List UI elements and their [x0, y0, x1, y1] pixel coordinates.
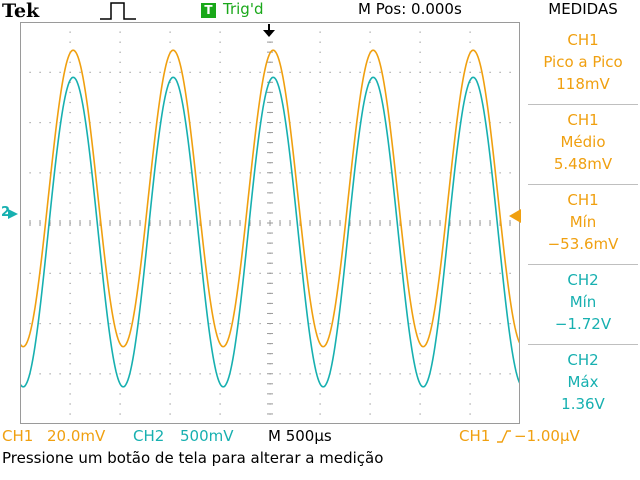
ch2-arrow-icon [8, 209, 18, 219]
measure-value: −53.6mV [547, 235, 619, 253]
measure-label: Mín [569, 293, 597, 311]
measure-value: −1.72V [554, 315, 612, 333]
waveform-display [20, 22, 520, 424]
trigger-level-icon [509, 209, 521, 223]
measure-channel: CH1 [567, 191, 599, 209]
pulse-trigger-icon [100, 2, 136, 20]
measure-label: Pico a Pico [543, 53, 623, 71]
measure-label: Máx [567, 373, 599, 391]
ch1-scale: 20.0mV [47, 427, 106, 445]
channel-status-line: CH1 20.0mV CH2 500mV M 500µs CH1 −1.00µV [0, 424, 640, 446]
rising-edge-icon [497, 430, 511, 443]
measure-channel: CH2 [567, 271, 599, 289]
measure-value: 5.48mV [553, 155, 613, 173]
brand-logo: Tek [2, 0, 40, 22]
measure-value: 1.36V [561, 395, 605, 413]
measure-slot-4[interactable]: CH2 Mín −1.72V [526, 264, 640, 340]
measure-channel: CH2 [567, 351, 599, 369]
horizontal-position: M Pos: 0.000s [358, 0, 462, 18]
measure-channel: CH1 [567, 31, 599, 49]
trigger-status: Trig'd [223, 0, 264, 18]
measure-slot-1[interactable]: CH1 Pico a Pico 118mV [526, 24, 640, 100]
trigger-badge: T [201, 3, 216, 18]
menu-title: MEDIDAS [548, 0, 618, 18]
measure-slot-5[interactable]: CH2 Máx 1.36V [526, 344, 640, 420]
help-message: Pressione um botão de tela para alterar … [2, 449, 384, 467]
trigger-level: −1.00µV [514, 427, 580, 445]
measure-slot-2[interactable]: CH1 Médio 5.48mV [526, 104, 640, 180]
measure-value: 118mV [556, 75, 610, 93]
trigger-source: CH1 [459, 427, 491, 445]
measure-menu: CH1 Pico a Pico 118mV CH1 Médio 5.48mV C… [526, 22, 640, 424]
measure-channel: CH1 [567, 111, 599, 129]
ch2-scale: 500mV [180, 427, 234, 445]
measure-label: Médio [560, 133, 606, 151]
ch1-label: CH1 [2, 427, 34, 445]
timebase: M 500µs [268, 427, 332, 445]
measure-slot-3[interactable]: CH1 Mín −53.6mV [526, 184, 640, 260]
ch2-ground-marker: 2 [0, 205, 22, 223]
trigger-position-icon [263, 24, 275, 37]
top-status-bar: Tek T Trig'd M Pos: 0.000s MEDIDAS [0, 0, 640, 22]
ch2-label: CH2 [133, 427, 165, 445]
measure-label: Mín [569, 213, 597, 231]
